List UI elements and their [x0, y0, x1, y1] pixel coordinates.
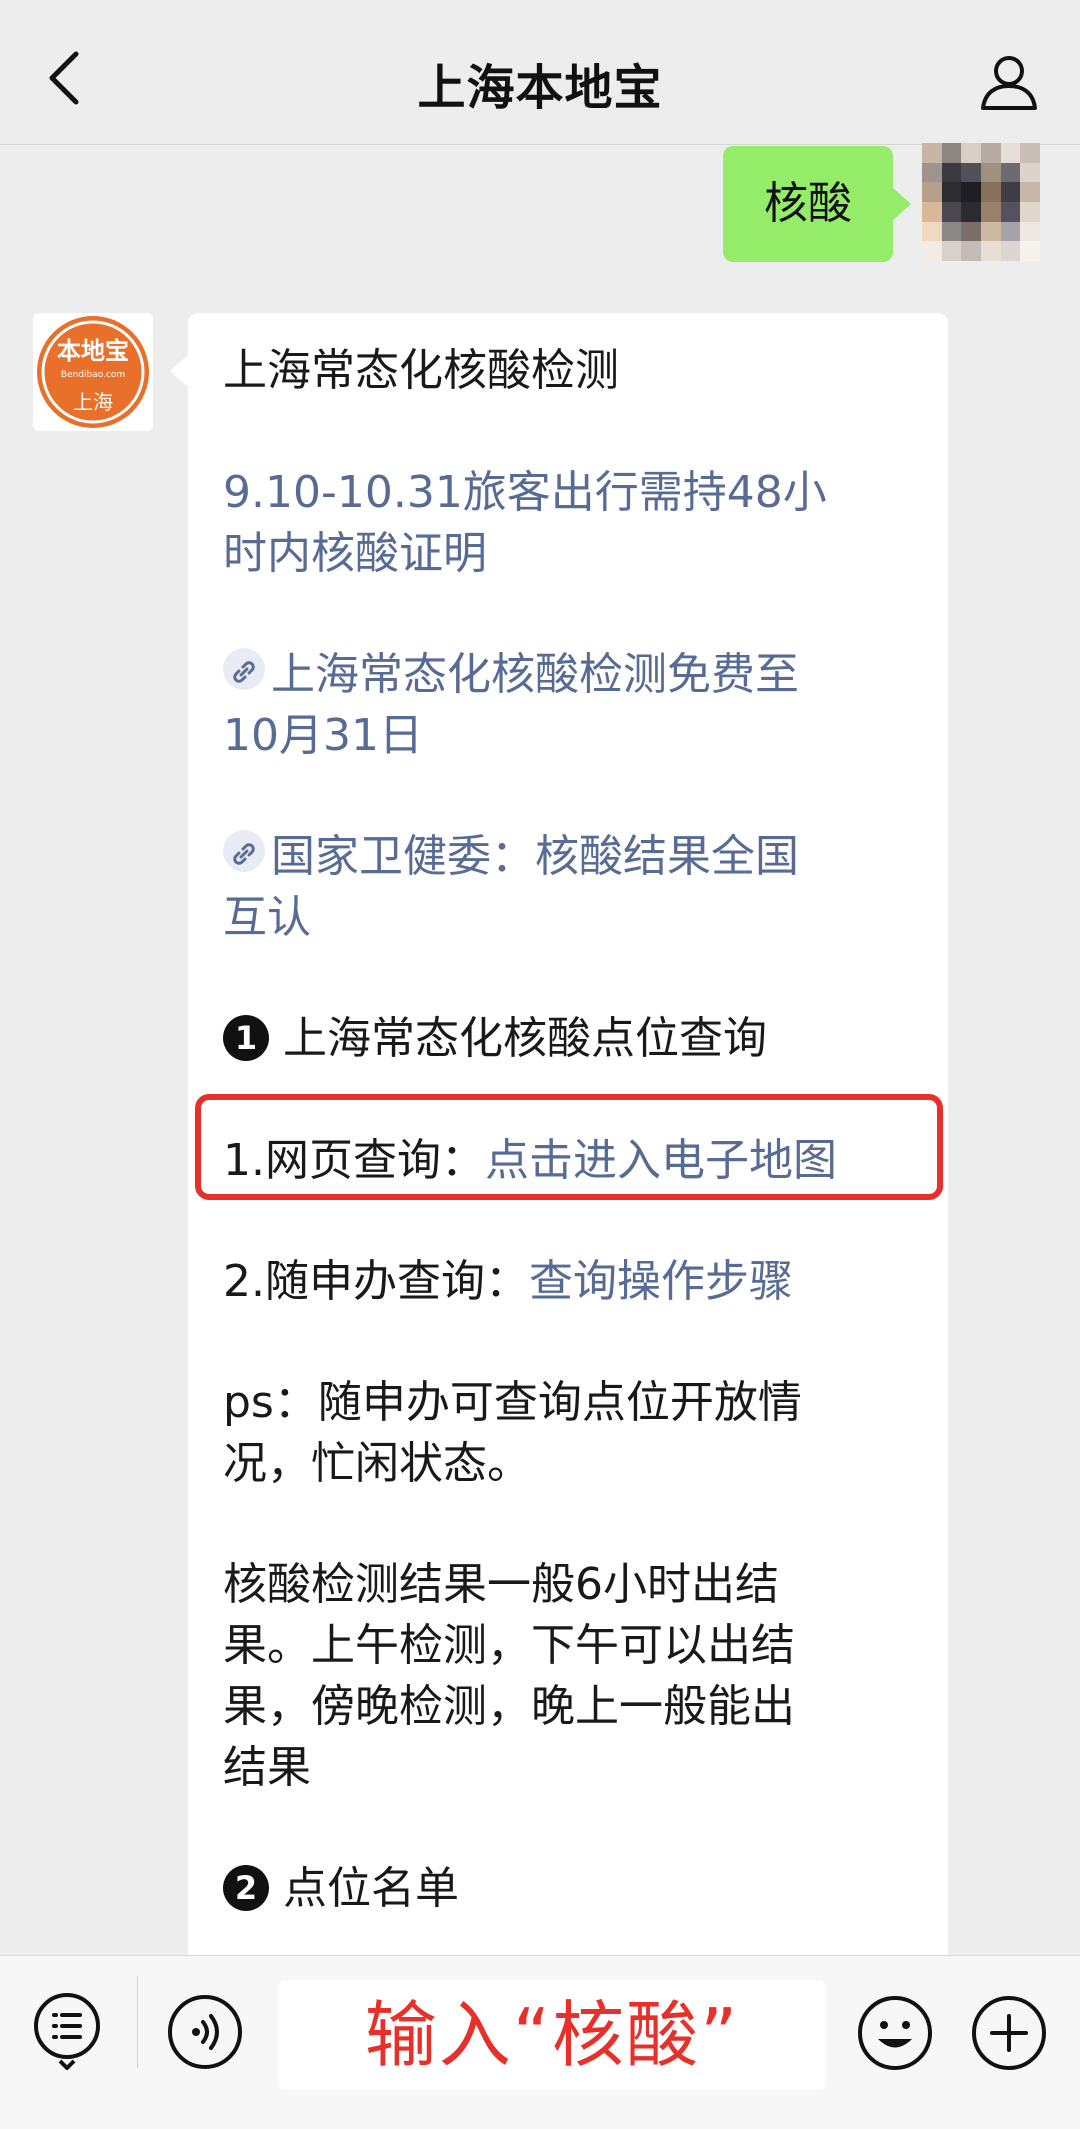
app-query-label: 2.随申办查询：: [223, 1256, 529, 1307]
link-mutual-recognition-line2[interactable]: 互认: [223, 887, 918, 948]
web-query-row: 1.网页查询：点击进入电子地图: [223, 1130, 918, 1191]
bot-heading: 上海常态化核酸检测: [223, 345, 619, 396]
section2-number-badge: 2: [223, 1865, 269, 1911]
section2-heading: 2 点位名单: [223, 1858, 918, 1919]
link-mutual-recognition[interactable]: 国家卫健委：核酸结果全国: [223, 826, 918, 887]
link-travel-certificate-line2[interactable]: 时内核酸证明: [223, 523, 918, 584]
link-mutual-recognition-line1[interactable]: 国家卫健委：核酸结果全国: [271, 831, 799, 882]
link-travel-certificate-line1[interactable]: 9.10-10.31旅客出行需持48小: [223, 462, 918, 523]
logo-domain-text: Bendibao.com: [61, 370, 125, 380]
logo-city-text: 上海: [73, 390, 113, 414]
message-input[interactable]: 输入“核酸”: [278, 1980, 826, 2090]
app-query-steps-link[interactable]: 查询操作步骤: [529, 1256, 793, 1307]
bar-divider: [137, 1976, 138, 2068]
link-free-testing-line2[interactable]: 10月31日: [223, 705, 918, 766]
page-title: 上海本地宝: [417, 60, 663, 116]
menu-list-icon[interactable]: [32, 1991, 102, 2071]
result-note-line2: 果。上午检测，下午可以出结: [223, 1620, 795, 1671]
result-note-line4: 结果: [223, 1742, 311, 1793]
section2-title: 点位名单: [283, 1863, 459, 1914]
web-query-label: 1.网页查询：: [223, 1135, 485, 1186]
app-query-row: 2.随申办查询：查询操作步骤: [223, 1251, 918, 1312]
bot-bubble-tail: [170, 355, 188, 387]
plus-icon[interactable]: [970, 1994, 1048, 2072]
ps-note-line1: ps：随申办可查询点位开放情: [223, 1377, 802, 1428]
section1-title: 上海常态化核酸点位查询: [283, 1013, 767, 1064]
link-free-testing-line1[interactable]: 上海常态化核酸检测免费至: [271, 649, 799, 700]
logo-brand-text: 本地宝: [57, 337, 129, 365]
bot-avatar-logo[interactable]: 本地宝 Bendibao.com 上海: [33, 313, 153, 431]
link-chain-icon: [223, 830, 265, 872]
chat-input-bar: 输入“核酸”: [0, 1955, 1080, 2129]
link-free-testing[interactable]: 上海常态化核酸检测免费至: [223, 644, 918, 705]
user-avatar[interactable]: [922, 143, 1040, 261]
bot-message-bubble: 上海常态化核酸检测 9.10-10.31旅客出行需持48小 时内核酸证明 上海常…: [188, 313, 948, 2013]
result-note-line3: 果，傍晚检测，晚上一般能出: [223, 1681, 795, 1732]
profile-icon[interactable]: [978, 50, 1040, 112]
link-chain-icon: [223, 648, 265, 690]
input-overlay-text: 输入“核酸”: [364, 1993, 740, 2077]
nav-bar: 上海本地宝: [0, 0, 1080, 145]
section1-heading: 1 上海常态化核酸点位查询: [223, 1008, 918, 1069]
emoji-icon[interactable]: [856, 1994, 934, 2072]
web-query-map-link[interactable]: 点击进入电子地图: [485, 1135, 837, 1186]
result-note-line1: 核酸检测结果一般6小时出结: [223, 1559, 779, 1610]
user-message-bubble[interactable]: 核酸: [723, 146, 911, 262]
section1-number-badge: 1: [223, 1015, 269, 1061]
voice-icon[interactable]: [167, 1994, 243, 2070]
ps-note-line2: 况，忙闲状态。: [223, 1438, 531, 1489]
